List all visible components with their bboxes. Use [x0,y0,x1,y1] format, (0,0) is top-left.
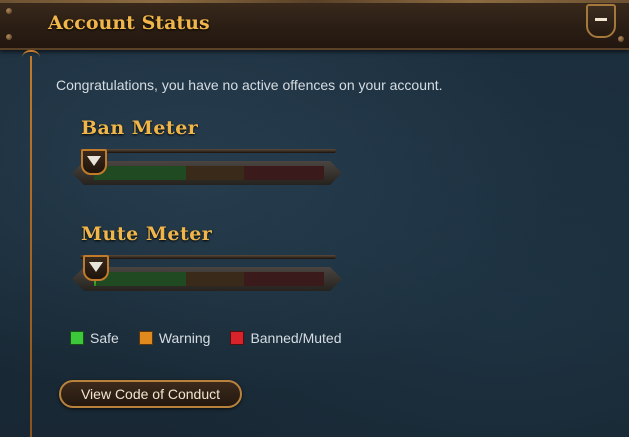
meter-segment-warning [186,272,244,286]
marker-triangle-icon [89,262,103,272]
meter-marker [83,255,109,281]
legend-label: Banned/Muted [250,330,342,346]
ban-meter [72,149,342,187]
panel-title: Account Status [48,12,210,34]
account-status-panel: Account Status Congratulations, you have… [0,0,629,437]
left-border-line [30,56,32,437]
legend-item-warning: Warning [138,330,211,346]
legend-item-banned-muted: Banned/Muted [230,330,342,346]
warning-swatch [138,331,153,345]
rivet-decoration [6,34,12,40]
view-code-of-conduct-button[interactable]: View Code of Conduct [59,380,242,408]
legend-label: Safe [90,330,119,346]
minus-icon [595,18,607,21]
meter-segment-banned [243,166,324,180]
meter-marker [81,149,107,175]
meter-segments [94,272,324,286]
meter-top-rail [80,255,336,259]
rivet-decoration [618,36,624,42]
meter-segment-warning [186,166,244,180]
safe-swatch [70,331,84,345]
meter-legend: Safe Warning Banned/Muted [70,330,362,346]
meter-top-rail [80,149,336,153]
legend-item-safe: Safe [70,330,119,346]
mute-meter [72,255,342,293]
collapse-button[interactable] [586,4,616,38]
status-message: Congratulations, you have no active offe… [56,77,443,93]
meter-segment-banned [243,272,324,286]
rivet-decoration [6,8,12,14]
legend-label: Warning [158,330,211,346]
panel-header: Account Status [0,0,629,50]
meter-segment-safe [94,166,186,180]
marker-triangle-icon [87,156,101,166]
mute-meter-label: Mute Meter [81,223,213,245]
ban-meter-label: Ban Meter [81,117,199,139]
banned-swatch [230,331,245,345]
meter-segments [94,166,324,180]
